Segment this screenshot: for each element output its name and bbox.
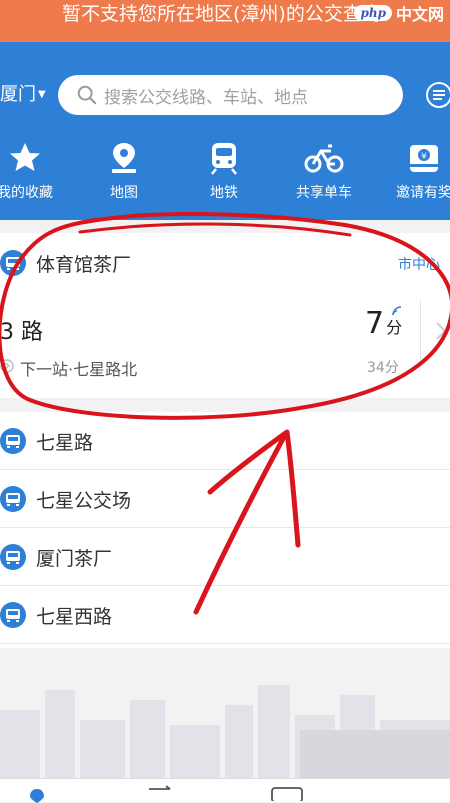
watermark-text: 中文网: [395, 5, 444, 24]
next-stop: 下一站·七星路北: [20, 360, 138, 379]
realtime-signal-icon: [392, 306, 402, 316]
shortcut-label: 邀请有奖: [396, 185, 450, 201]
card-divider: [420, 300, 421, 360]
list-item[interactable]: 七星路: [0, 412, 450, 470]
shortcut-favorites[interactable]: 我的收藏: [0, 140, 65, 202]
route-number: 3 路: [0, 320, 43, 345]
map-pin-icon: [112, 143, 136, 173]
bus-stop-icon: [0, 486, 26, 512]
caret-down-icon: ▼: [38, 89, 46, 100]
stop-name: 厦门茶厂: [36, 548, 113, 570]
gift-card-icon: ¥: [410, 145, 438, 172]
stop-name: 七星路: [36, 432, 94, 454]
next-arrival-time: 34分: [367, 360, 399, 376]
site-watermark: php 中文网: [354, 0, 450, 26]
region-notice-text: 暂不支持您所在地区(漳州)的公交查询: [62, 3, 381, 25]
search-input[interactable]: 搜索公交线路、车站、地点: [58, 75, 403, 115]
svg-text:¥: ¥: [421, 152, 427, 162]
metro-icon: [211, 143, 237, 175]
chevron-right-icon[interactable]: [434, 320, 448, 342]
route-tab-icon[interactable]: [146, 785, 176, 801]
shortcut-map[interactable]: 地图: [84, 140, 164, 202]
search-icon: [77, 85, 97, 105]
bus-stop-icon: [0, 602, 26, 628]
bottom-tab-bar: [0, 778, 450, 803]
shortcut-metro[interactable]: 地铁: [184, 140, 264, 202]
stop-name: 体育馆茶厂: [36, 254, 132, 276]
shortcut-invite-reward[interactable]: ¥ 邀请有奖: [384, 140, 450, 202]
stop-area-tag: 市中心: [398, 257, 440, 273]
city-label: 厦门: [0, 84, 36, 105]
list-item[interactable]: 七星公交场: [0, 470, 450, 528]
shortcut-bike-share[interactable]: 共享单车: [284, 140, 364, 202]
stop-name: 七星西路: [36, 606, 113, 628]
city-skyline-illustration: [0, 685, 450, 780]
search-placeholder: 搜索公交线路、车站、地点: [104, 87, 308, 108]
shortcut-bar: 我的收藏 地图 地铁 共享单车 ¥ 邀请有奖: [0, 140, 450, 210]
arrival-unit: 分: [386, 318, 403, 337]
list-item[interactable]: 厦门茶厂: [0, 528, 450, 586]
message-menu-icon[interactable]: [424, 80, 450, 110]
star-icon: [10, 143, 40, 171]
watermark-logo: php: [354, 5, 392, 21]
list-item[interactable]: 七星西路: [0, 586, 450, 644]
shortcut-label: 地图: [110, 185, 138, 201]
stop-name: 七星公交场: [36, 490, 132, 512]
bus-stop-icon: [0, 250, 26, 276]
bus-stop-icon: [0, 428, 26, 454]
nearby-stops-list: 七星路 七星公交场 厦门茶厂 七星西路: [0, 412, 450, 648]
city-selector[interactable]: 厦门 ▼: [0, 80, 46, 110]
bus-tab-icon[interactable]: [270, 785, 304, 801]
direction-icon: [0, 359, 14, 373]
shortcut-label: 地铁: [210, 185, 238, 201]
shortcut-label: 共享单车: [296, 185, 352, 201]
shortcut-label: 我的收藏: [0, 185, 53, 201]
bicycle-icon: [304, 144, 344, 173]
arrival-minutes: 7: [365, 306, 385, 341]
bus-stop-icon: [0, 544, 26, 570]
